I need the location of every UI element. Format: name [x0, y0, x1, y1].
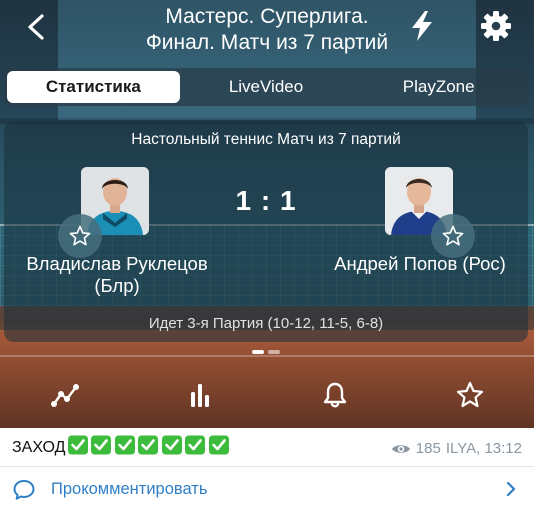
- favorite-button[interactable]: [455, 380, 485, 410]
- star-outline-icon: [442, 225, 464, 246]
- tab-playzone[interactable]: PlayZone: [352, 71, 525, 103]
- player1-favorite-button[interactable]: [58, 214, 102, 258]
- player1-name: Владислав Руклецов (Блр): [26, 253, 208, 296]
- check-mark-icon: [208, 435, 229, 455]
- tab-live-video[interactable]: LiveVideo: [180, 71, 353, 103]
- player2-name: Андрей Попов (Рос): [334, 253, 506, 274]
- message-text: ЗАХОД: [12, 435, 230, 460]
- player2-favorite-button[interactable]: [431, 214, 475, 258]
- floor-line: [0, 355, 534, 357]
- star-outline-icon: [69, 225, 91, 246]
- match-hero: Мастерс. Суперлига. Финал. Матч из 7 пар…: [0, 0, 534, 428]
- match-type: Настольный теннис Матч из 7 партий: [131, 131, 401, 148]
- match-status: Идет 3-я Партия (10-12, 11-5, 6-8): [148, 315, 384, 332]
- tab-statistics[interactable]: Статистика: [7, 71, 180, 103]
- stats-bars-icon: [191, 384, 209, 407]
- comment-label: Прокомментировать: [51, 480, 208, 498]
- tab-bar: Статистика LiveVideo PlayZone: [4, 68, 528, 106]
- check-mark-icon: [138, 435, 159, 455]
- check-mark-icon: [185, 435, 206, 455]
- check-mark-icon: [91, 435, 112, 455]
- comment-button[interactable]: Прокомментировать: [0, 472, 534, 505]
- bell-icon: [323, 382, 347, 408]
- match-card[interactable]: Настольный теннис Матч из 7 партий 1: 1…: [4, 121, 528, 342]
- lightning-icon: [412, 11, 432, 41]
- page-dot[interactable]: [268, 350, 280, 354]
- author-time: ILYA, 13:12: [445, 440, 522, 457]
- live-bolt-button[interactable]: [406, 9, 438, 43]
- page-title-line1: Мастерс. Суперлига.: [165, 5, 369, 28]
- check-emoji-row: [65, 435, 230, 460]
- action-bar: [0, 372, 534, 422]
- divider: [0, 466, 534, 467]
- page-title-line2: Финал. Матч из 7 партий: [145, 31, 389, 54]
- match-score: 1 : 1: [235, 185, 297, 216]
- back-button[interactable]: [22, 10, 52, 44]
- check-mark-icon: [161, 435, 182, 455]
- chart-icon: [51, 384, 79, 407]
- chart-button[interactable]: [50, 380, 80, 410]
- eye-icon: [391, 444, 410, 453]
- stats-button[interactable]: [185, 380, 215, 410]
- comment-bubble-icon: [13, 480, 35, 500]
- gear-icon: [481, 11, 511, 41]
- chevron-left-icon: [28, 14, 44, 40]
- star-icon: [456, 381, 484, 408]
- check-mark-icon: [114, 435, 135, 455]
- notify-button[interactable]: [320, 380, 350, 410]
- settings-button[interactable]: [479, 9, 513, 43]
- page-indicator: [252, 350, 280, 354]
- chevron-right-icon: [506, 481, 516, 497]
- message-meta: 185 ILYA, 13:12: [391, 440, 522, 457]
- page-dot-active[interactable]: [252, 350, 264, 354]
- message-label: ЗАХОД: [12, 438, 66, 456]
- views-count: 185: [415, 440, 441, 457]
- check-mark-icon: [67, 435, 88, 455]
